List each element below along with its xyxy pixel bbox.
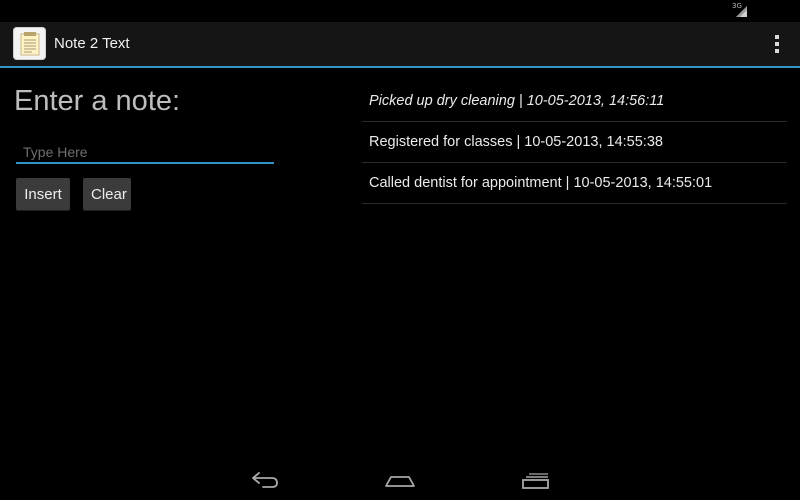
- insert-button[interactable]: Insert: [16, 178, 70, 210]
- notes-list: Picked up dry cleaning | 10-05-2013, 14:…: [362, 81, 787, 204]
- back-icon[interactable]: [247, 466, 283, 492]
- app-title: Note 2 Text: [54, 35, 130, 52]
- list-item[interactable]: Picked up dry cleaning | 10-05-2013, 14:…: [362, 81, 787, 122]
- status-bar: 3G: [0, 0, 800, 22]
- list-item[interactable]: Registered for classes | 10-05-2013, 14:…: [362, 122, 787, 163]
- navigation-bar: [0, 458, 800, 500]
- signal-icon: 3G: [732, 2, 748, 18]
- list-item[interactable]: Called dentist for appointment | 10-05-2…: [362, 163, 787, 204]
- clear-button[interactable]: Clear: [83, 178, 131, 210]
- screen: 3G Note 2 Text Enter a note: Type Here I…: [0, 0, 800, 500]
- recents-icon[interactable]: [517, 466, 553, 492]
- overflow-menu-icon[interactable]: [770, 32, 784, 56]
- note-heading: Enter a note:: [14, 85, 181, 117]
- home-icon[interactable]: [382, 466, 418, 492]
- note-form: Enter a note: Insert Clear: [0, 68, 345, 458]
- action-bar: Note 2 Text: [0, 22, 800, 68]
- notepad-icon[interactable]: [13, 27, 46, 60]
- note-input[interactable]: [16, 142, 274, 164]
